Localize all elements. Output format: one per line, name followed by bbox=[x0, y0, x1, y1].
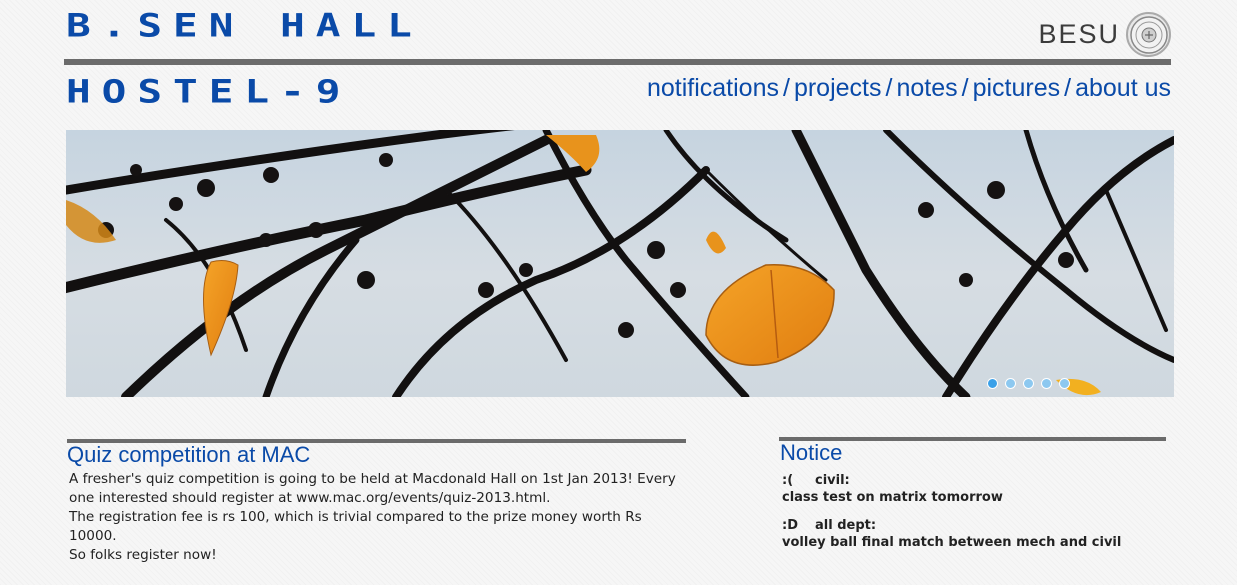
nav-notifications[interactable]: notifications bbox=[647, 74, 779, 102]
slideshow-dot-3[interactable] bbox=[1023, 378, 1034, 389]
nav-separator: / bbox=[885, 74, 893, 102]
main-nav: notifications / projects / notes / pictures / ab… bbox=[647, 74, 1171, 103]
slideshow-dot-4[interactable] bbox=[1041, 378, 1052, 389]
notice-item: :D all dept: volley ball final match betw… bbox=[782, 517, 1121, 551]
slideshow-dot-5[interactable] bbox=[1059, 378, 1070, 389]
site-title-line2: HOSTEL-9 bbox=[66, 72, 352, 111]
slide-image bbox=[66, 130, 1174, 397]
nav-separator: / bbox=[1064, 74, 1072, 102]
notice-text: class test on matrix tomorrow bbox=[782, 490, 1003, 505]
nav-pictures[interactable]: pictures bbox=[973, 74, 1061, 102]
notice-title: Notice bbox=[780, 440, 843, 465]
article-body: A fresher's quiz competition is going to… bbox=[69, 470, 685, 565]
site-title-line1: B.SEN HALL bbox=[66, 6, 423, 45]
notice-text: volley ball final match between mech and… bbox=[782, 535, 1122, 550]
slideshow-dots bbox=[987, 378, 1070, 389]
hero-slideshow[interactable] bbox=[66, 130, 1174, 397]
besu-logo[interactable]: BESU bbox=[1038, 12, 1171, 57]
notice-dept: civil: bbox=[815, 473, 850, 488]
slideshow-dot-1[interactable] bbox=[987, 378, 998, 389]
nav-notes[interactable]: notes bbox=[896, 74, 957, 102]
slideshow-dot-2[interactable] bbox=[1005, 378, 1016, 389]
notice-emoticon: :( bbox=[782, 473, 794, 488]
article-paragraph-1: A fresher's quiz competition is going to… bbox=[69, 471, 676, 506]
nav-about-us[interactable]: about us bbox=[1075, 74, 1171, 102]
nav-separator: / bbox=[961, 74, 969, 102]
notice-item: :( civil: class test on matrix tomorrow bbox=[782, 472, 1003, 506]
header-divider bbox=[64, 59, 1171, 65]
university-seal-icon bbox=[1126, 12, 1171, 57]
nav-separator: / bbox=[783, 74, 790, 102]
notice-emoticon: :D bbox=[782, 518, 798, 533]
article-paragraph-2: The registration fee is rs 100, which is… bbox=[69, 509, 642, 544]
article-paragraph-3: So folks register now! bbox=[69, 547, 217, 563]
besu-logo-text: BESU bbox=[1038, 19, 1120, 49]
article-title: Quiz competition at MAC bbox=[67, 442, 311, 467]
notice-dept: all dept: bbox=[815, 518, 877, 533]
nav-projects[interactable]: projects bbox=[794, 74, 882, 102]
